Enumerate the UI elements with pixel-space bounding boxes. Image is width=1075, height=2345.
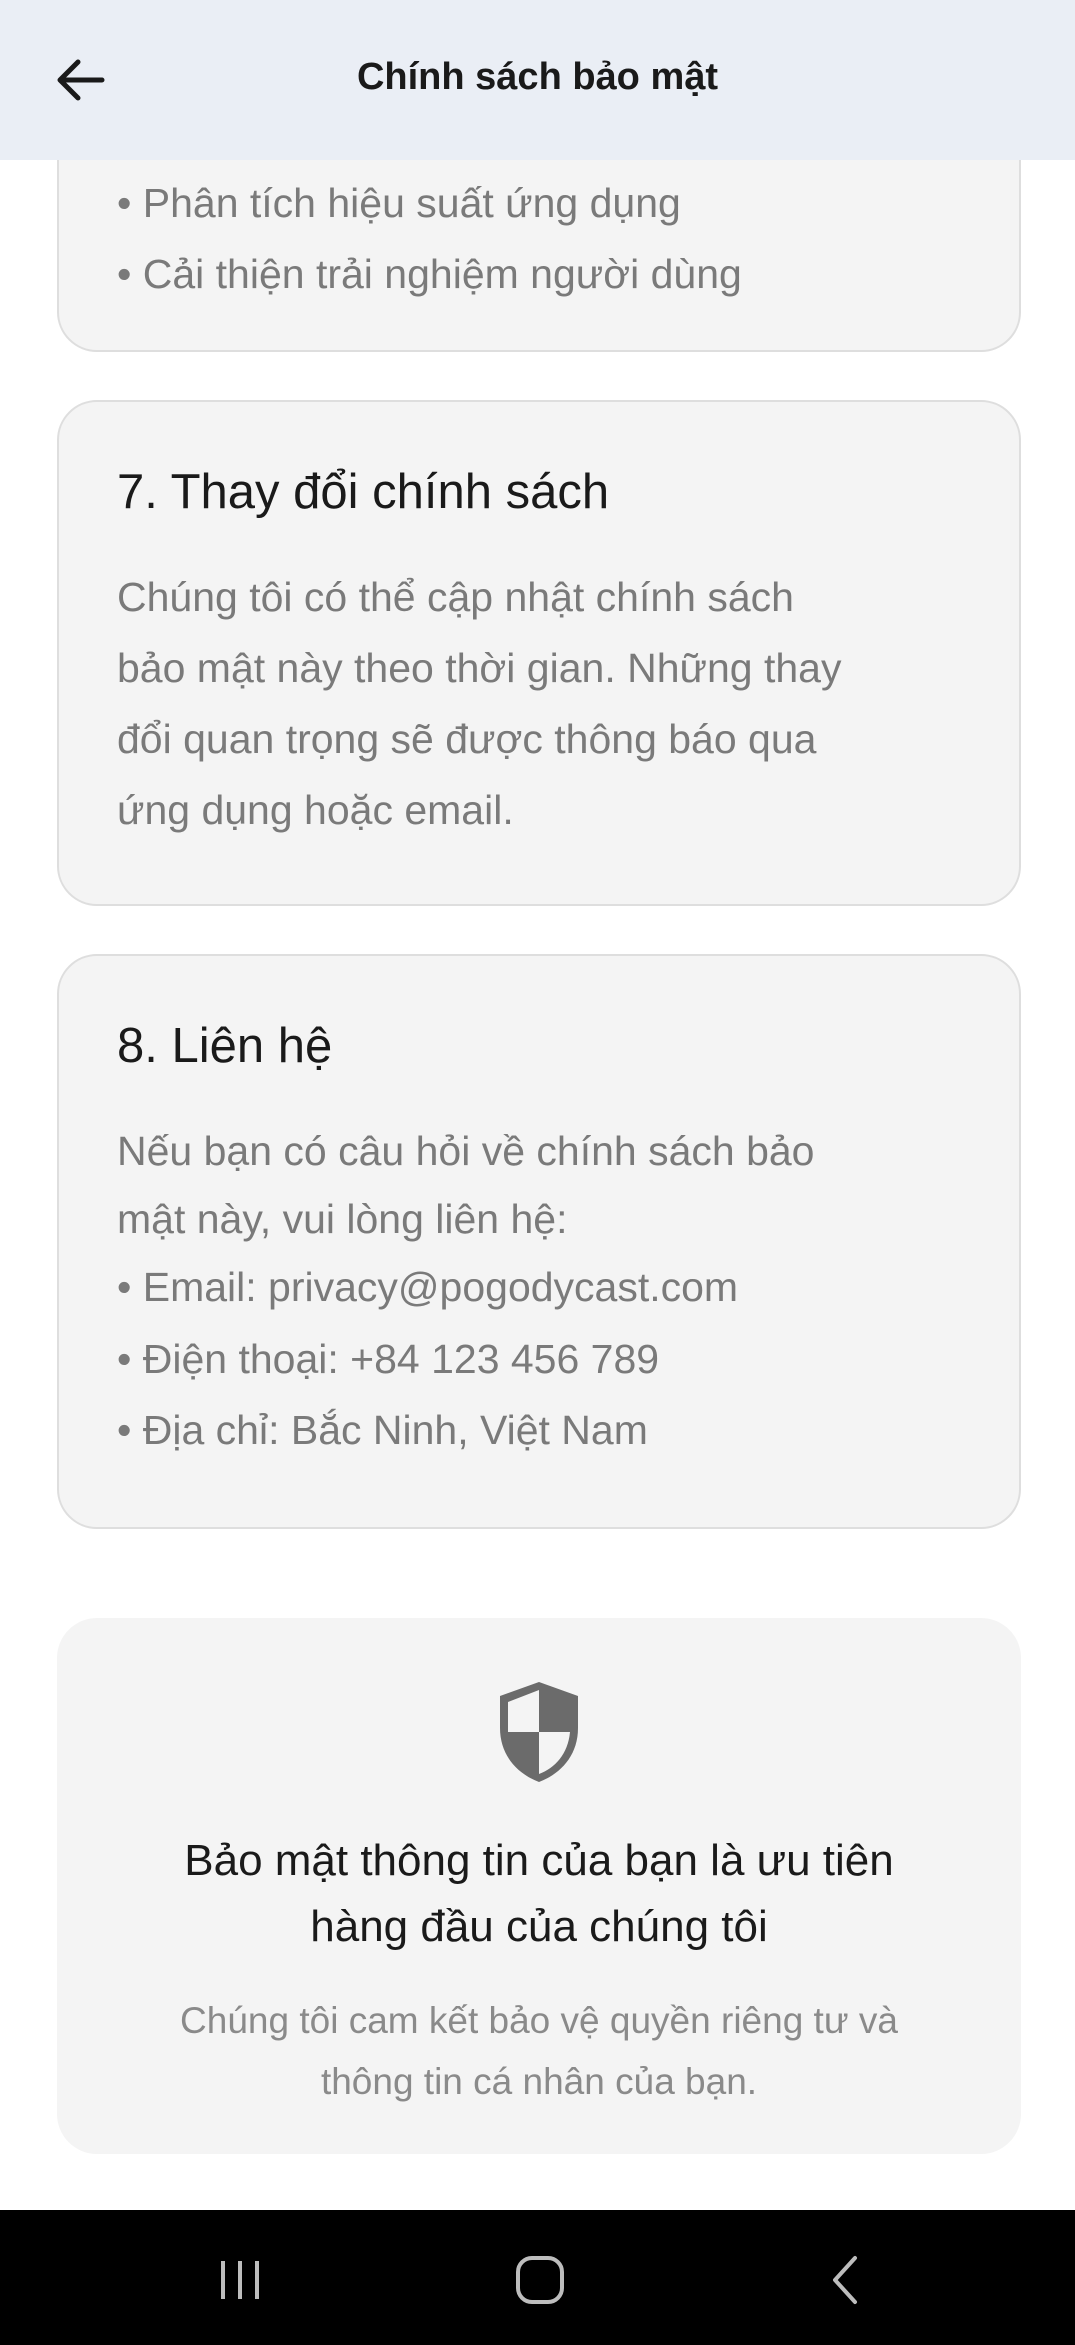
- recent-apps-icon: [221, 2261, 259, 2299]
- body-line: Chúng tôi có thể cập nhật chính sách: [117, 574, 794, 620]
- screen: Chính sách bảo mật • Phân tích hiệu suất…: [0, 0, 1075, 2345]
- home-button[interactable]: [490, 2240, 590, 2320]
- commitment-subtitle: Chúng tôi cam kết bảo vệ quyền riêng tư …: [117, 1990, 961, 2112]
- policy-content[interactable]: • Phân tích hiệu suất ứng dụng • Cải thi…: [0, 160, 1075, 2210]
- system-nav-bar: [0, 2210, 1075, 2345]
- contact-address: • Địa chỉ: Bắc Ninh, Việt Nam: [117, 1407, 648, 1453]
- commitment-title: Bảo mật thông tin của bạn là ưu tiên hàn…: [117, 1828, 961, 1960]
- section-body: Nếu bạn có câu hỏi về chính sách bảo mật…: [117, 1116, 961, 1466]
- section-card-policy-changes: 7. Thay đổi chính sách Chúng tôi có thể …: [57, 400, 1021, 906]
- section-card-contact: 8. Liên hệ Nếu bạn có câu hỏi về chính s…: [57, 954, 1021, 1529]
- body-line: Nếu bạn có câu hỏi về chính sách bảo: [117, 1128, 815, 1174]
- bullet-item: • Phân tích hiệu suất ứng dụng: [117, 180, 681, 226]
- back-chevron-icon: [833, 2256, 857, 2304]
- home-icon: [516, 2256, 564, 2304]
- title-line: Bảo mật thông tin của bạn là ưu tiên: [184, 1836, 894, 1885]
- section-title: 8. Liên hệ: [117, 1019, 333, 1073]
- body-line: mật này, vui lòng liên hệ:: [117, 1196, 568, 1242]
- title-line: hàng đầu của chúng tôi: [310, 1902, 768, 1951]
- shield-icon: [500, 1682, 578, 1782]
- contact-phone: • Điện thoại: +84 123 456 789: [117, 1336, 660, 1382]
- section-title: 7. Thay đổi chính sách: [117, 465, 610, 519]
- contact-email: • Email: privacy@pogodycast.com: [117, 1264, 739, 1310]
- section-card-usage: • Phân tích hiệu suất ứng dụng • Cải thi…: [57, 160, 1021, 352]
- system-back-button[interactable]: [795, 2240, 895, 2320]
- page-title: Chính sách bảo mật: [356, 56, 719, 98]
- body-line: đổi quan trọng sẽ được thông báo qua: [117, 716, 817, 762]
- section-body: • Phân tích hiệu suất ứng dụng • Cải thi…: [117, 168, 961, 310]
- body-line: ứng dụng hoặc email.: [117, 787, 514, 833]
- section-body: Chúng tôi có thể cập nhật chính sách bảo…: [117, 562, 961, 846]
- app-bar: Chính sách bảo mật: [0, 0, 1075, 160]
- body-line: bảo mật này theo thời gian. Những thay: [117, 645, 842, 691]
- privacy-commitment-card: Bảo mật thông tin của bạn là ưu tiên hàn…: [57, 1618, 1021, 2154]
- bullet-item: • Cải thiện trải nghiệm người dùng: [117, 251, 742, 297]
- subtitle-line: Chúng tôi cam kết bảo vệ quyền riêng tư …: [180, 2000, 898, 2041]
- recent-apps-button[interactable]: [190, 2240, 290, 2320]
- subtitle-line: thông tin cá nhân của bạn.: [320, 2061, 758, 2102]
